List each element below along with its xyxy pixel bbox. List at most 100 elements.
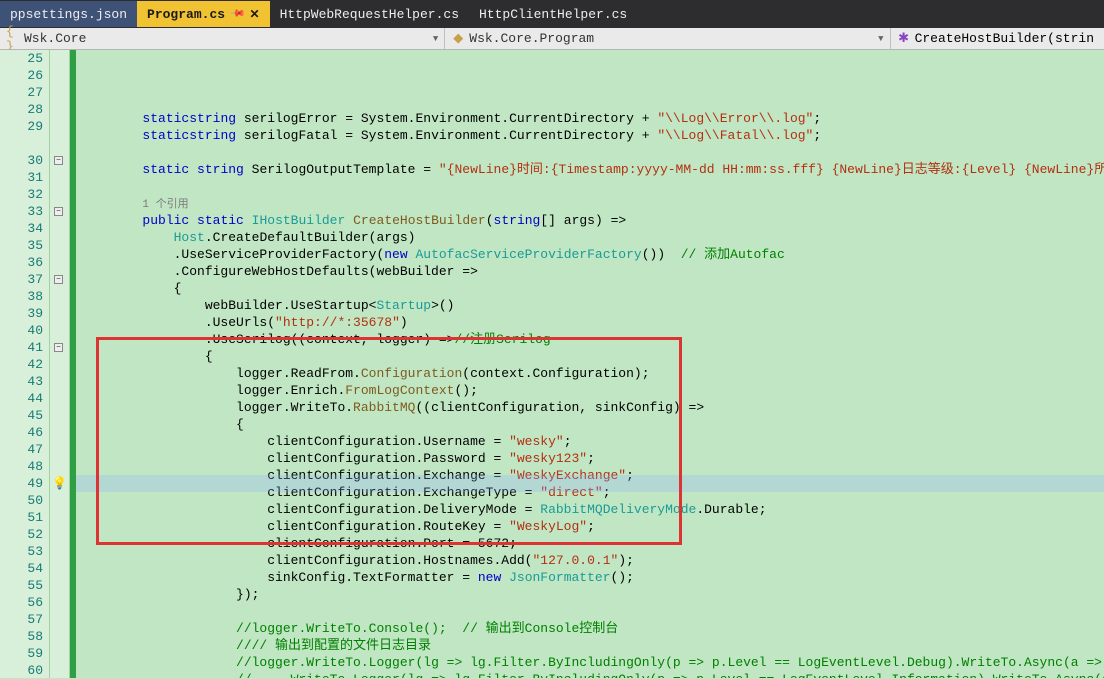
class-dropdown[interactable]: ◆ Wsk.Core.Program ▼ [445, 28, 890, 49]
line-number: 25 [0, 50, 43, 67]
code-line[interactable]: clientConfiguration.ExchangeType = "dire… [80, 484, 1104, 501]
document-tabs: ppsettings.json Program.cs 📌 ✕ HttpWebRe… [0, 0, 1104, 28]
line-number: 52 [0, 526, 43, 543]
line-number: 37 [0, 271, 43, 288]
pin-icon[interactable]: 📌 [229, 5, 246, 22]
code-line[interactable]: clientConfiguration.Exchange = "WeskyExc… [80, 467, 1104, 484]
code-content[interactable]: staticstring serilogError = System.Envir… [76, 50, 1104, 678]
line-number: 31 [0, 169, 43, 186]
tab-label: ppsettings.json [10, 7, 127, 22]
code-line[interactable]: { [80, 348, 1104, 365]
line-number: 47 [0, 441, 43, 458]
line-number: 43 [0, 373, 43, 390]
code-line[interactable]: clientConfiguration.Port = 5672; [80, 535, 1104, 552]
code-line[interactable]: logger.WriteTo.RabbitMQ((clientConfigura… [80, 399, 1104, 416]
code-line[interactable]: // .WriteTo.Logger(lg => lg.Filter.ByInc… [80, 671, 1104, 678]
code-line[interactable]: .ConfigureWebHostDefaults(webBuilder => [80, 263, 1104, 280]
line-number: 42 [0, 356, 43, 373]
line-number: 57 [0, 611, 43, 628]
code-line[interactable]: clientConfiguration.Password = "wesky123… [80, 450, 1104, 467]
code-line[interactable]: public static IHostBuilder CreateHostBui… [80, 212, 1104, 229]
code-line[interactable]: logger.ReadFrom.Configuration(context.Co… [80, 365, 1104, 382]
line-number: 50 [0, 492, 43, 509]
line-number: 29 [0, 118, 43, 135]
close-icon[interactable]: ✕ [250, 7, 260, 22]
line-number: 41 [0, 339, 43, 356]
code-line[interactable]: { [80, 416, 1104, 433]
line-number: 55 [0, 577, 43, 594]
tab-httpclient[interactable]: HttpClientHelper.cs [469, 1, 637, 27]
code-line[interactable]: { [80, 280, 1104, 297]
fold-toggle[interactable]: − [54, 156, 63, 165]
code-line[interactable]: clientConfiguration.DeliveryMode = Rabbi… [80, 501, 1104, 518]
line-number: 45 [0, 407, 43, 424]
member-label: CreateHostBuilder(strin [915, 31, 1094, 46]
code-line[interactable]: .UseUrls("http://*:35678") [80, 314, 1104, 331]
code-line[interactable]: Host.CreateDefaultBuilder(args) [80, 229, 1104, 246]
line-number: 40 [0, 322, 43, 339]
namespace-icon: { } [6, 32, 20, 46]
code-line[interactable]: .UseSerilog((context, logger) =>//注册Seri… [80, 331, 1104, 348]
line-number: 49 [0, 475, 43, 492]
line-number [0, 135, 43, 152]
code-navigation-bar: { } Wsk.Core ▼ ◆ Wsk.Core.Program ▼ ✱ Cr… [0, 28, 1104, 50]
line-number: 36 [0, 254, 43, 271]
line-number: 39 [0, 305, 43, 322]
member-dropdown[interactable]: ✱ CreateHostBuilder(strin [891, 28, 1104, 49]
namespace-dropdown[interactable]: { } Wsk.Core ▼ [0, 28, 445, 49]
line-number: 54 [0, 560, 43, 577]
fold-toggle[interactable]: − [54, 207, 63, 216]
code-line[interactable]: staticstring serilogFatal = System.Envir… [80, 127, 1104, 144]
code-line[interactable]: clientConfiguration.Hostnames.Add("127.0… [80, 552, 1104, 569]
code-line[interactable]: .UseServiceProviderFactory(new AutofacSe… [80, 246, 1104, 263]
namespace-label: Wsk.Core [24, 31, 86, 46]
class-icon: ◆ [451, 32, 465, 46]
line-number: 58 [0, 628, 43, 645]
line-number: 35 [0, 237, 43, 254]
code-line[interactable]: clientConfiguration.Username = "wesky"; [80, 433, 1104, 450]
tab-label: HttpWebRequestHelper.cs [280, 7, 459, 22]
line-number: 26 [0, 67, 43, 84]
line-number: 46 [0, 424, 43, 441]
line-number: 27 [0, 84, 43, 101]
code-line[interactable]: static string SerilogOutputTemplate = "{… [80, 161, 1104, 178]
line-number: 53 [0, 543, 43, 560]
code-line[interactable]: webBuilder.UseStartup<Startup>() [80, 297, 1104, 314]
chevron-down-icon: ▼ [878, 34, 883, 44]
code-line[interactable] [80, 178, 1104, 195]
line-number: 30 [0, 152, 43, 169]
code-line[interactable]: //logger.WriteTo.Console(); // 输出到Consol… [80, 620, 1104, 637]
line-number: 48 [0, 458, 43, 475]
line-number: 59 [0, 645, 43, 662]
code-line[interactable]: sinkConfig.TextFormatter = new JsonForma… [80, 569, 1104, 586]
chevron-down-icon: ▼ [433, 34, 438, 44]
line-number: 33 [0, 203, 43, 220]
line-number-gutter: 2526272829303132333435363738394041424344… [0, 50, 50, 678]
fold-margin: − − − − [50, 50, 70, 678]
line-number: 34 [0, 220, 43, 237]
code-line[interactable]: staticstring serilogError = System.Envir… [80, 110, 1104, 127]
line-number: 38 [0, 288, 43, 305]
code-line[interactable]: clientConfiguration.RouteKey = "WeskyLog… [80, 518, 1104, 535]
class-label: Wsk.Core.Program [469, 31, 594, 46]
tab-httpwebrequest[interactable]: HttpWebRequestHelper.cs [270, 1, 469, 27]
fold-toggle[interactable]: − [54, 343, 63, 352]
code-line[interactable] [80, 603, 1104, 620]
code-editor[interactable]: 2526272829303132333435363738394041424344… [0, 50, 1104, 678]
line-number: 44 [0, 390, 43, 407]
tab-program-cs[interactable]: Program.cs 📌 ✕ [137, 1, 270, 27]
code-line[interactable]: }); [80, 586, 1104, 603]
line-number: 60 [0, 662, 43, 679]
code-line[interactable] [80, 144, 1104, 161]
code-line[interactable]: 1 个引用 [80, 195, 1104, 212]
lightbulb-icon[interactable]: 💡 [52, 476, 67, 491]
tab-label: HttpClientHelper.cs [479, 7, 627, 22]
line-number: 28 [0, 101, 43, 118]
fold-toggle[interactable]: − [54, 275, 63, 284]
tab-appsettings[interactable]: ppsettings.json [0, 1, 137, 27]
method-icon: ✱ [897, 32, 911, 46]
line-number: 51 [0, 509, 43, 526]
code-line[interactable]: logger.Enrich.FromLogContext(); [80, 382, 1104, 399]
code-line[interactable]: //logger.WriteTo.Logger(lg => lg.Filter.… [80, 654, 1104, 671]
code-line[interactable]: //// 输出到配置的文件日志目录 [80, 637, 1104, 654]
